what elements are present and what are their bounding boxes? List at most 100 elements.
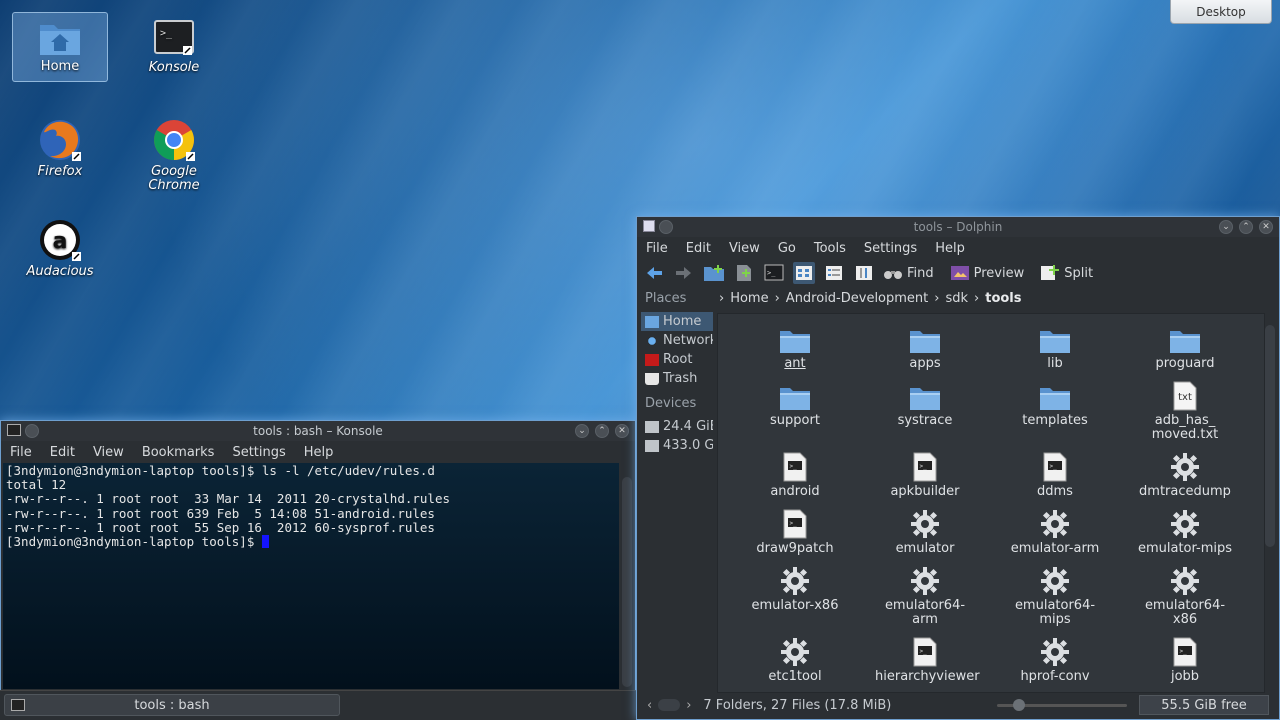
preview-button[interactable]: Preview — [950, 265, 1024, 281]
file-item[interactable]: txt adb_has_ moved.txt — [1120, 379, 1250, 450]
menu-edit[interactable]: Edit — [677, 241, 720, 256]
menu-edit[interactable]: Edit — [41, 445, 84, 460]
file-item[interactable]: >_ jobb — [1120, 635, 1250, 692]
pin-icon[interactable] — [25, 424, 39, 438]
icons-view-icon[interactable] — [793, 262, 815, 284]
close-icon[interactable]: ✕ — [1259, 220, 1273, 234]
file-item[interactable]: templates — [990, 379, 1120, 450]
file-item[interactable]: support — [730, 379, 860, 450]
find-button[interactable]: Find — [883, 266, 934, 281]
zoom-slider-handle[interactable] — [1013, 699, 1025, 711]
file-item[interactable]: emulator64-x86 — [1120, 564, 1250, 635]
file-item[interactable]: emulator-x86 — [730, 564, 860, 635]
file-item[interactable]: emulator — [860, 507, 990, 564]
pin-icon[interactable] — [659, 220, 673, 234]
chevron-left-icon[interactable]: ‹ — [647, 698, 652, 713]
file-view[interactable]: ant apps lib proguard support systrace templat… — [717, 313, 1265, 693]
close-icon[interactable]: ✕ — [615, 424, 629, 438]
breadcrumb-item[interactable]: Android-Development — [786, 291, 928, 306]
terminal-icon[interactable]: >_ — [763, 262, 785, 284]
device-item[interactable]: 24.4 GiB — [641, 417, 713, 436]
file-item[interactable]: ant — [730, 322, 860, 379]
terminal-line: -rw-r--r--. 1 root root 639 Feb 5 14:08 … — [6, 505, 435, 521]
file-item[interactable]: apps — [860, 322, 990, 379]
maximize-icon[interactable]: ⌃ — [1239, 220, 1253, 234]
dolphin-titlebar[interactable]: tools – Dolphin ⌄ ⌃ ✕ — [637, 217, 1279, 237]
menu-settings[interactable]: Settings — [223, 445, 294, 460]
menu-bookmarks[interactable]: Bookmarks — [133, 445, 224, 460]
breadcrumb-item[interactable]: sdk — [945, 291, 968, 306]
file-item[interactable]: >_ draw9patch — [730, 507, 860, 564]
desktop-icon-audacious[interactable]: a Audacious — [12, 214, 108, 284]
menu-help[interactable]: Help — [295, 445, 343, 460]
menu-help[interactable]: Help — [926, 241, 974, 256]
file-item[interactable]: >_ apkbuilder — [860, 450, 990, 507]
places-item-home[interactable]: Home — [641, 312, 713, 331]
status-toggle[interactable] — [658, 699, 681, 711]
menu-settings[interactable]: Settings — [855, 241, 926, 256]
terminal-icon[interactable] — [7, 424, 21, 436]
new-file-icon[interactable] — [733, 262, 755, 284]
file-item[interactable]: >_ android — [730, 450, 860, 507]
file-item-label: apps — [909, 356, 941, 371]
file-item[interactable]: proguard — [1120, 322, 1250, 379]
minimize-icon[interactable]: ⌄ — [575, 424, 589, 438]
minimize-icon[interactable]: ⌄ — [1219, 220, 1233, 234]
file-item-label: systrace — [897, 413, 953, 428]
file-item[interactable]: emulator64-arm — [860, 564, 990, 635]
file-item-label: ant — [784, 356, 806, 371]
places-item-root[interactable]: Root — [641, 350, 713, 369]
details-view-icon[interactable] — [823, 262, 845, 284]
places-item-trash[interactable]: Trash — [641, 369, 713, 388]
breadcrumb-current[interactable]: tools — [985, 291, 1021, 306]
menu-go[interactable]: Go — [769, 241, 805, 256]
file-item-label: hierarchyviewer — [875, 669, 980, 684]
device-item[interactable]: 433.0 GiB — [641, 436, 713, 455]
forward-arrow-icon[interactable] — [673, 262, 695, 284]
columns-view-icon[interactable] — [853, 262, 875, 284]
file-item[interactable]: hprof-conv — [990, 635, 1120, 692]
breadcrumb-item[interactable]: Home — [730, 291, 768, 306]
desktop-icon-chrome[interactable]: Google Chrome — [126, 114, 222, 194]
file-item[interactable]: emulator-mips — [1120, 507, 1250, 564]
folder-icon — [1168, 322, 1202, 354]
menu-view[interactable]: View — [84, 445, 133, 460]
desktop-icon-home[interactable]: Home — [12, 12, 108, 82]
dolphin-app-icon[interactable] — [643, 220, 655, 232]
places-item-network[interactable]: Network — [641, 331, 713, 350]
file-item[interactable]: emulator64- mips — [990, 564, 1120, 635]
file-item[interactable]: dmtracedump — [1120, 450, 1250, 507]
file-item[interactable]: systrace — [860, 379, 990, 450]
menu-file[interactable]: File — [637, 241, 677, 256]
folder-icon — [778, 322, 812, 354]
back-arrow-icon[interactable] — [643, 262, 665, 284]
desktop-icon-konsole[interactable]: >_ Konsole — [126, 14, 222, 84]
desktop-icon-label: Konsole — [148, 60, 200, 75]
script-file-icon: >_ — [1038, 450, 1072, 482]
konsole-titlebar[interactable]: tools : bash – Konsole ⌄ ⌃ ✕ — [1, 421, 635, 441]
file-item-label: dmtracedump — [1139, 484, 1231, 499]
desktop-pager-button[interactable]: Desktop — [1170, 0, 1272, 24]
maximize-icon[interactable]: ⌃ — [595, 424, 609, 438]
desktop-icon-firefox[interactable]: Firefox — [12, 114, 108, 184]
executable-gear-icon — [778, 635, 812, 667]
folder-icon — [1038, 379, 1072, 411]
menu-tools[interactable]: Tools — [805, 241, 855, 256]
executable-gear-icon — [908, 564, 942, 596]
menu-view[interactable]: View — [720, 241, 769, 256]
menu-file[interactable]: File — [1, 445, 41, 460]
file-item[interactable]: >_ hierarchyviewer — [860, 635, 990, 692]
file-item[interactable]: etc1tool — [730, 635, 860, 692]
konsole-scrollbar[interactable] — [622, 477, 632, 687]
taskbar-item-konsole[interactable]: tools : bash — [4, 694, 340, 716]
dolphin-scrollbar[interactable] — [1265, 325, 1275, 547]
file-item[interactable]: lib — [990, 322, 1120, 379]
free-space-indicator[interactable]: 55.5 GiB free — [1139, 695, 1269, 715]
split-button[interactable]: Split — [1040, 264, 1093, 282]
terminal-output[interactable]: [3ndymion@3ndymion-laptop tools]$ ls -l … — [3, 463, 619, 689]
binoculars-icon — [884, 271, 902, 279]
chevron-right-icon[interactable]: › — [686, 698, 691, 713]
file-item[interactable]: emulator-arm — [990, 507, 1120, 564]
file-item[interactable]: >_ ddms — [990, 450, 1120, 507]
new-folder-icon[interactable] — [703, 262, 725, 284]
